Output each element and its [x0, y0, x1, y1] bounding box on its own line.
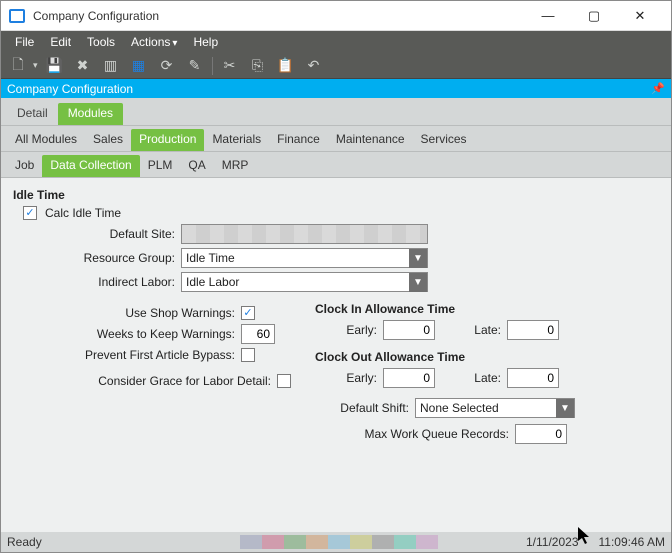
- memo-icon[interactable]: ▦: [128, 55, 150, 77]
- resource-group-label: Resource Group:: [13, 251, 181, 265]
- new-icon[interactable]: 🗋: [7, 55, 29, 77]
- use-shop-warnings-checkbox[interactable]: ✓: [241, 306, 255, 320]
- menu-tools[interactable]: Tools: [81, 33, 121, 51]
- consider-grace-label: Consider Grace for Labor Detail:: [13, 374, 277, 388]
- tab-production[interactable]: Production: [131, 129, 204, 151]
- clock-out-early-label: Early:: [335, 371, 377, 385]
- titlebar: Company Configuration — ▢ ✕: [1, 1, 671, 31]
- resource-group-value: Idle Time: [182, 251, 409, 265]
- document-header: Company Configuration 📌: [1, 79, 671, 98]
- delete-icon[interactable]: ✖: [72, 55, 94, 77]
- tab-finance[interactable]: Finance: [269, 129, 328, 151]
- menu-file[interactable]: File: [9, 33, 40, 51]
- idle-time-section-title: Idle Time: [13, 188, 659, 202]
- resource-group-combo[interactable]: Idle Time ▼: [181, 248, 428, 268]
- indirect-labor-value: Idle Labor: [182, 275, 409, 289]
- indirect-labor-label: Indirect Labor:: [13, 275, 181, 289]
- tab-sales[interactable]: Sales: [85, 129, 131, 151]
- status-ready: Ready: [7, 535, 42, 549]
- status-swatch: [262, 535, 284, 549]
- tab-materials[interactable]: Materials: [204, 129, 269, 151]
- clock-out-title: Clock Out Allowance Time: [315, 350, 659, 364]
- undo-icon[interactable]: ↶: [303, 55, 325, 77]
- refresh-icon[interactable]: ⟳: [156, 55, 178, 77]
- menu-actions[interactable]: Actions▾: [125, 33, 183, 51]
- chevron-down-icon[interactable]: ▼: [409, 249, 427, 268]
- use-shop-warnings-label: Use Shop Warnings:: [13, 306, 241, 320]
- status-swatch: [284, 535, 306, 549]
- weeks-keep-field[interactable]: [241, 324, 275, 344]
- status-swatch: [372, 535, 394, 549]
- pin-icon[interactable]: 📌: [651, 82, 665, 95]
- maximize-button[interactable]: ▢: [571, 1, 617, 31]
- default-site-field[interactable]: [181, 224, 428, 244]
- clock-in-title: Clock In Allowance Time: [315, 302, 659, 316]
- copy-icon[interactable]: ⎘: [247, 55, 269, 77]
- book-icon[interactable]: ▥: [100, 55, 122, 77]
- status-swatch: [306, 535, 328, 549]
- clear-icon[interactable]: ✎: [184, 55, 206, 77]
- tab-mrp[interactable]: MRP: [214, 155, 257, 177]
- window-title: Company Configuration: [33, 9, 159, 23]
- menu-edit[interactable]: Edit: [44, 33, 77, 51]
- chevron-down-icon[interactable]: ▼: [556, 399, 574, 418]
- clock-in-early-field[interactable]: [383, 320, 435, 340]
- tab-services[interactable]: Services: [413, 129, 475, 151]
- tabrow-2: All Modules Sales Production Materials F…: [1, 126, 671, 152]
- paste-icon[interactable]: 📋: [275, 55, 297, 77]
- clock-out-late-field[interactable]: [507, 368, 559, 388]
- status-swatch: [416, 535, 438, 549]
- indirect-labor-combo[interactable]: Idle Labor ▼: [181, 272, 428, 292]
- menubar: File Edit Tools Actions▾ Help: [1, 31, 671, 53]
- calc-idle-time-label: Calc Idle Time: [45, 206, 121, 220]
- toolbar-separator: [212, 57, 213, 75]
- default-shift-combo[interactable]: None Selected ▼: [415, 398, 575, 418]
- toolbar: 🗋▾ 💾 ✖ ▥ ▦ ⟳ ✎ ✂ ⎘ 📋 ↶: [1, 53, 671, 79]
- tabrow-3: Job Data Collection PLM QA MRP: [1, 152, 671, 178]
- default-site-label: Default Site:: [13, 227, 181, 241]
- document-title: Company Configuration: [7, 82, 133, 96]
- default-shift-label: Default Shift:: [315, 401, 415, 415]
- max-queue-label: Max Work Queue Records:: [315, 427, 515, 441]
- save-icon[interactable]: 💾: [44, 55, 66, 77]
- tabrow-1: Detail Modules: [1, 98, 671, 126]
- menu-help[interactable]: Help: [187, 33, 224, 51]
- tab-modules[interactable]: Modules: [58, 103, 123, 125]
- weeks-keep-label: Weeks to Keep Warnings:: [13, 327, 241, 341]
- status-time: 11:09:46 AM: [599, 535, 666, 549]
- clock-in-late-label: Late:: [459, 323, 501, 337]
- clock-out-early-field[interactable]: [383, 368, 435, 388]
- status-date: 1/11/2023: [526, 535, 579, 549]
- tab-detail[interactable]: Detail: [7, 103, 58, 125]
- default-shift-value: None Selected: [416, 401, 556, 415]
- status-swatches: [240, 535, 438, 549]
- tab-data-collection[interactable]: Data Collection: [42, 155, 139, 177]
- tab-job[interactable]: Job: [7, 155, 42, 177]
- status-swatch: [394, 535, 416, 549]
- statusbar: Ready 1/11/2023 11:09:46 AM: [1, 532, 671, 552]
- close-button[interactable]: ✕: [617, 1, 663, 31]
- clock-out-late-label: Late:: [459, 371, 501, 385]
- tab-plm[interactable]: PLM: [140, 155, 181, 177]
- content-area: Idle Time ✓ Calc Idle Time Default Site:…: [1, 178, 671, 532]
- tab-all-modules[interactable]: All Modules: [7, 129, 85, 151]
- max-queue-field[interactable]: [515, 424, 567, 444]
- status-swatch: [240, 535, 262, 549]
- consider-grace-checkbox[interactable]: [277, 374, 291, 388]
- status-swatch: [328, 535, 350, 549]
- app-icon: [9, 9, 25, 23]
- cut-icon[interactable]: ✂: [219, 55, 241, 77]
- status-swatch: [350, 535, 372, 549]
- clock-in-late-field[interactable]: [507, 320, 559, 340]
- calc-idle-time-checkbox[interactable]: ✓: [23, 206, 37, 220]
- prevent-first-article-checkbox[interactable]: [241, 348, 255, 362]
- chevron-down-icon[interactable]: ▼: [409, 273, 427, 292]
- clock-in-early-label: Early:: [335, 323, 377, 337]
- tab-maintenance[interactable]: Maintenance: [328, 129, 413, 151]
- prevent-first-article-label: Prevent First Article Bypass:: [13, 348, 241, 362]
- minimize-button[interactable]: —: [525, 1, 571, 31]
- tab-qa[interactable]: QA: [180, 155, 213, 177]
